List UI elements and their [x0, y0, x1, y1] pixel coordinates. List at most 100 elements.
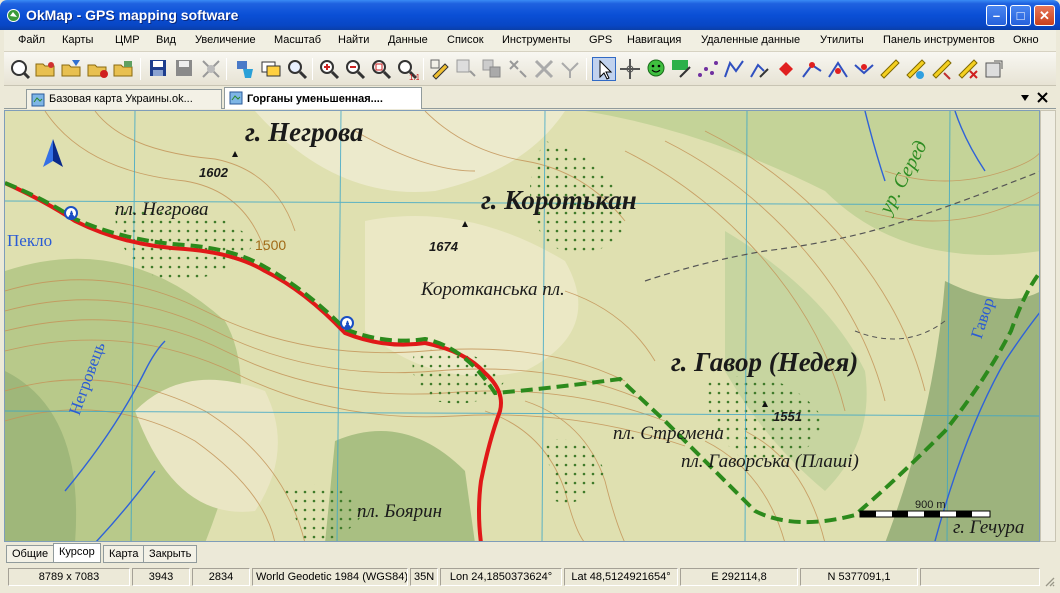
menu-utilities[interactable]: Утилиты — [820, 34, 864, 46]
open-image-icon[interactable] — [112, 57, 136, 81]
map-view[interactable]: ♟ ♟ г. Негрова г. Коротькан г. Гавор (Не… — [4, 110, 1040, 542]
red-diamond-icon[interactable] — [774, 57, 798, 81]
tab-cursor[interactable]: Курсор — [53, 543, 101, 563]
menu-data[interactable]: Данные — [388, 34, 428, 46]
edit-pencil-icon[interactable] — [428, 57, 452, 81]
tab-gorgany-map[interactable]: Горганы уменьшенная.... — [224, 87, 422, 109]
minimize-icon: – — [992, 8, 1001, 23]
waypoint-tool-icon[interactable] — [454, 57, 478, 81]
svg-text:♟: ♟ — [343, 320, 352, 331]
search-icon[interactable] — [285, 57, 309, 81]
zoom-in-icon[interactable] — [317, 57, 341, 81]
menu-scale[interactable]: Масштаб — [274, 34, 321, 46]
maximize-button[interactable]: □ — [1010, 5, 1031, 26]
tab-label: Базовая карта Украины.ok... — [49, 93, 193, 105]
window-title: OkMap - GPS mapping software — [26, 7, 239, 23]
menu-tools[interactable]: Инструменты — [502, 34, 571, 46]
menu-window[interactable]: Окно — [1013, 34, 1039, 46]
vertex-icon[interactable] — [800, 57, 824, 81]
resize-grip-icon[interactable] — [1043, 575, 1055, 587]
toolbar: 1:1 — [4, 52, 1056, 86]
menu-gps[interactable]: GPS — [589, 34, 612, 46]
contour-label: 1500 — [255, 237, 287, 253]
pointer-icon[interactable] — [592, 57, 616, 81]
smiley-waypoint-icon[interactable] — [644, 57, 668, 81]
map-document-icon — [229, 91, 243, 105]
menu-zoom[interactable]: Увеличение — [195, 34, 256, 46]
menu-list[interactable]: Список — [447, 34, 484, 46]
menu-navigation[interactable]: Навигация — [627, 34, 681, 46]
edit-track-icon[interactable] — [748, 57, 772, 81]
tab-general[interactable]: Общие — [6, 545, 55, 563]
menu-file[interactable]: Файл — [18, 34, 45, 46]
status-datum: World Geodetic 1984 (WGS84) — [252, 568, 408, 586]
zoom-fit-icon[interactable] — [369, 57, 393, 81]
zoom-1-1-icon[interactable]: 1:1 — [395, 57, 421, 82]
status-bar: 8789 x 7083 3943 2834 World Geodetic 198… — [4, 566, 1056, 588]
save-as-icon[interactable] — [173, 57, 197, 81]
open-multi-icon[interactable] — [86, 57, 110, 81]
vertical-scrollbar[interactable] — [1040, 110, 1056, 542]
ruler-2-icon[interactable] — [930, 57, 954, 81]
status-latitude: Lat 48,5124921654° — [564, 568, 678, 586]
layer-tool-icon[interactable] — [480, 57, 504, 81]
meadow-label: пл. Стремена — [613, 423, 724, 444]
delete-waypoints-icon[interactable] — [532, 57, 556, 81]
save-all-icon[interactable] — [199, 57, 223, 81]
status-easting: E 292114,8 — [680, 568, 798, 586]
menu-view[interactable]: Вид — [156, 34, 176, 46]
track-tool-icon[interactable] — [722, 57, 746, 81]
menu-dem[interactable]: ЦМР — [115, 34, 140, 46]
paint-bucket-icon[interactable] — [233, 57, 257, 81]
eraser-icon[interactable] — [956, 57, 980, 81]
open-folder-icon[interactable] — [34, 57, 58, 81]
open-calibrated-icon[interactable] — [60, 57, 84, 81]
status-zone: 35N — [410, 568, 438, 586]
crosshair-icon[interactable] — [618, 57, 642, 81]
open-map-icon[interactable] — [8, 57, 32, 81]
zoom-out-icon[interactable] — [343, 57, 367, 81]
save-icon[interactable] — [147, 57, 171, 81]
waypoint-marker[interactable]: ♟ — [340, 316, 354, 331]
app-icon — [7, 9, 20, 22]
elevation-label: 1602 — [199, 165, 228, 180]
map-document-icon — [31, 93, 45, 107]
join-icon[interactable] — [852, 57, 876, 81]
peak-label: г. Коротькан — [481, 185, 637, 215]
waypoint-marker[interactable]: ♟ — [64, 206, 78, 221]
close-button[interactable]: ✕ — [1034, 5, 1055, 26]
close-icon: ✕ — [1039, 8, 1050, 23]
add-waypoint-icon[interactable] — [670, 57, 694, 81]
river-label: Пекло — [7, 231, 53, 250]
tab-base-map-ukraine[interactable]: Базовая карта Украины.ok... — [26, 89, 222, 109]
menu-find[interactable]: Найти — [338, 34, 369, 46]
split-icon[interactable] — [826, 57, 850, 81]
status-longitude: Lon 24,1850373624° — [440, 568, 562, 586]
info-tab-strip: Общие Курсор Карта Закрыть — [4, 543, 1056, 565]
elevation-label: 1551 — [773, 409, 802, 424]
menu-remote-data[interactable]: Удаленные данные — [701, 34, 800, 46]
layers-icon[interactable] — [259, 57, 283, 81]
map-tab-strip: Базовая карта Украины.ok... Горганы умен… — [4, 87, 1056, 109]
status-empty — [920, 568, 1040, 586]
status-pixel-y: 2834 — [192, 568, 250, 586]
minimize-button[interactable]: – — [986, 5, 1007, 26]
properties-icon[interactable] — [982, 57, 1006, 81]
menu-maps[interactable]: Карты — [62, 34, 93, 46]
status-map-size: 8789 x 7083 — [8, 568, 130, 586]
menu-toolbar[interactable]: Панель инструментов — [883, 34, 995, 46]
select-waypoint-icon[interactable] — [506, 57, 530, 81]
meadow-label: пл. Боярин — [357, 501, 442, 522]
svg-text:♟: ♟ — [67, 210, 76, 221]
maximize-icon: □ — [1016, 8, 1025, 23]
route-tool-icon[interactable] — [696, 57, 720, 81]
meadow-label: Коротканська пл. — [421, 279, 565, 300]
ruler-icon[interactable] — [878, 57, 902, 81]
measure-area-icon[interactable] — [904, 57, 928, 81]
merge-icon[interactable] — [558, 57, 582, 81]
tab-dropdown-icon[interactable] — [1020, 94, 1030, 102]
status-pixel-x: 3943 — [132, 568, 190, 586]
tab-close[interactable]: Закрыть — [143, 545, 198, 563]
tab-map[interactable]: Карта — [103, 545, 145, 563]
tab-close-icon[interactable] — [1037, 92, 1048, 103]
